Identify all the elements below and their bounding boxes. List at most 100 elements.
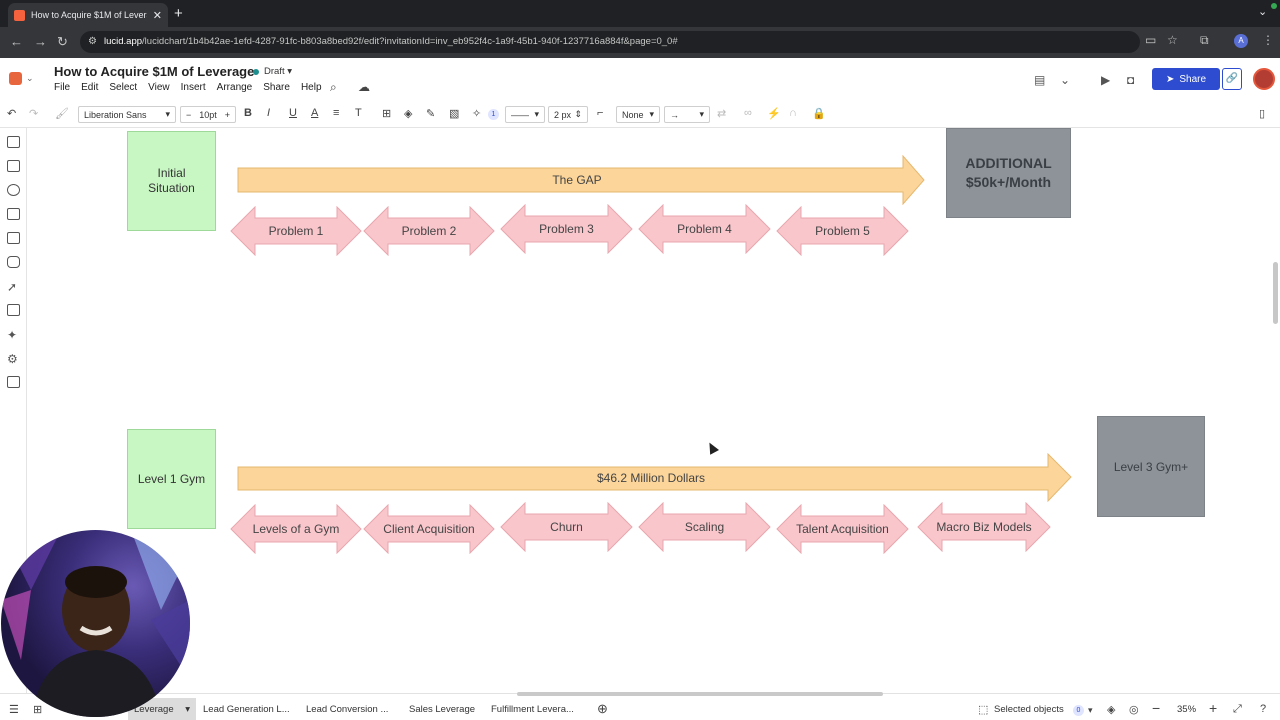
- chevron-down-icon[interactable]: ⌄: [1060, 73, 1070, 87]
- share-button[interactable]: ➤ Share: [1152, 68, 1220, 90]
- page-grid-icon[interactable]: ⊞: [33, 703, 42, 716]
- binoculars-icon[interactable]: ⌕: [330, 80, 337, 95]
- redo-icon[interactable]: ↷: [29, 107, 38, 120]
- problem-arrow[interactable]: Problem 4: [638, 204, 771, 254]
- cast-icon[interactable]: ▭: [1145, 33, 1156, 47]
- selection-icon[interactable]: ⬚: [978, 703, 988, 716]
- compass-icon[interactable]: ◎: [1129, 703, 1139, 716]
- extensions-icon[interactable]: ⧉: [1200, 33, 1209, 48]
- increase-icon[interactable]: +: [225, 110, 230, 120]
- page-tab[interactable]: Lead Generation L...: [197, 698, 296, 720]
- problem-arrow[interactable]: Scaling: [638, 502, 771, 552]
- menu-arrange[interactable]: Arrange: [217, 82, 253, 93]
- draft-status[interactable]: Draft ▾: [264, 66, 292, 77]
- forward-icon[interactable]: →: [34, 34, 47, 49]
- present-icon[interactable]: ▶: [1101, 73, 1110, 87]
- copy-link-button[interactable]: 🔗: [1222, 68, 1242, 90]
- chevron-down-icon[interactable]: ▾: [1088, 705, 1093, 716]
- frames-icon[interactable]: [7, 208, 20, 220]
- cloud-saved-icon[interactable]: ☁: [358, 80, 370, 94]
- menu-view[interactable]: View: [148, 82, 170, 93]
- problem-arrow[interactable]: Client Acquisition: [363, 504, 495, 554]
- back-icon[interactable]: ←: [10, 34, 23, 49]
- zoom-out-icon[interactable]: −: [1152, 700, 1160, 716]
- add-page-icon[interactable]: ⊕: [597, 701, 608, 717]
- menu-help[interactable]: Help: [301, 82, 322, 93]
- text-color-icon[interactable]: A: [311, 107, 318, 119]
- zoom-level[interactable]: 35%: [1177, 704, 1196, 715]
- decrease-icon[interactable]: −: [186, 110, 191, 120]
- problem-arrow[interactable]: Problem 1: [230, 206, 362, 256]
- video-call-icon[interactable]: ◘: [1127, 73, 1134, 87]
- line-style-select[interactable]: —— ▾: [505, 106, 545, 123]
- level-3-gym-box[interactable]: Level 3 Gym+: [1097, 416, 1205, 517]
- font-size-stepper[interactable]: −10pt +: [180, 106, 236, 123]
- shape-options-icon[interactable]: ⊞: [382, 107, 391, 120]
- menu-edit[interactable]: Edit: [81, 82, 98, 93]
- tab-search-icon[interactable]: ⌄: [1258, 5, 1267, 18]
- templates-icon[interactable]: [7, 160, 20, 172]
- page-tab[interactable]: Fulfillment Levera...: [485, 698, 580, 720]
- url-text[interactable]: lucid.app/lucidchart/1b4b42ae-1efd-4287-…: [104, 36, 678, 47]
- site-info-icon[interactable]: ⚙: [88, 36, 97, 47]
- bookmark-star-icon[interactable]: ☆: [1167, 33, 1178, 47]
- line-shape-icon[interactable]: ⌐: [597, 107, 603, 119]
- page-tab[interactable]: Sales Leverage: [403, 698, 481, 720]
- layers-icon[interactable]: ◈: [1107, 703, 1115, 716]
- fit-to-screen-icon[interactable]: ⤢: [1233, 703, 1242, 716]
- integrations-icon[interactable]: ⚙: [7, 352, 20, 366]
- start-arrow-select[interactable]: None ▾: [616, 106, 660, 123]
- page-list-icon[interactable]: ☰: [9, 703, 19, 716]
- rocket-icon[interactable]: ➚: [7, 280, 20, 294]
- underline-icon[interactable]: U: [289, 107, 297, 119]
- comment-icon[interactable]: ▤: [1034, 73, 1045, 87]
- close-tab-icon[interactable]: ✕: [153, 9, 162, 22]
- format-painter-icon[interactable]: 🖌: [55, 107, 69, 120]
- problem-arrow[interactable]: Problem 3: [500, 204, 633, 254]
- layers-icon[interactable]: [7, 304, 20, 316]
- help-icon[interactable]: ?: [1260, 703, 1266, 715]
- chevron-down-icon[interactable]: ▾: [185, 704, 190, 715]
- problem-arrow[interactable]: Problem 5: [776, 206, 909, 256]
- new-tab-icon[interactable]: +: [174, 5, 183, 22]
- problem-arrow[interactable]: Problem 2: [363, 206, 495, 256]
- selected-objects-label[interactable]: Selected objects: [994, 704, 1064, 715]
- menu-share[interactable]: Share: [263, 82, 290, 93]
- reload-icon[interactable]: ↻: [57, 34, 68, 50]
- shapes-icon[interactable]: [7, 184, 20, 196]
- level-1-gym-box[interactable]: Level 1 Gym: [127, 429, 216, 529]
- profile-avatar[interactable]: A: [1234, 34, 1248, 48]
- problem-arrow[interactable]: Churn: [500, 502, 633, 552]
- problem-arrow[interactable]: Levels of a Gym: [230, 504, 362, 554]
- bold-icon[interactable]: B: [244, 107, 252, 119]
- zoom-in-icon[interactable]: +: [1209, 700, 1217, 716]
- fill-color-icon[interactable]: ◈: [404, 107, 412, 120]
- additional-income-box[interactable]: ADDITIONAL $50k+/Month: [946, 128, 1071, 218]
- problem-arrow[interactable]: Macro Biz Models: [917, 502, 1051, 552]
- magic-wand-icon[interactable]: ✧: [472, 107, 481, 120]
- end-arrow-select[interactable]: → ▾: [664, 106, 710, 123]
- magnet-icon[interactable]: ∩: [789, 107, 797, 119]
- gap-arrow[interactable]: The GAP: [237, 155, 925, 205]
- font-family-select[interactable]: Liberation Sans ▾: [78, 106, 176, 123]
- horizontal-scrollbar[interactable]: [517, 692, 883, 696]
- chevron-down-icon[interactable]: ⌄: [26, 73, 34, 84]
- search-shapes-icon[interactable]: [7, 376, 20, 388]
- align-icon[interactable]: ≡: [333, 107, 339, 119]
- browser-tab[interactable]: How to Acquire $1M of Leverage ✕: [8, 3, 168, 27]
- image-icon[interactable]: [7, 232, 20, 244]
- swap-icon[interactable]: ⇄: [717, 107, 726, 120]
- browser-menu-icon[interactable]: ⋮: [1262, 33, 1274, 47]
- menu-select[interactable]: Select: [109, 82, 137, 93]
- action-icon[interactable]: ⚡: [767, 107, 781, 120]
- document-title[interactable]: How to Acquire $1M of Leverage: [54, 64, 254, 79]
- panel-toggle-icon[interactable]: ▯: [1259, 107, 1265, 120]
- million-dollars-arrow[interactable]: $46.2 Million Dollars: [237, 453, 1072, 503]
- text-options-icon[interactable]: T: [355, 107, 362, 119]
- lock-icon[interactable]: 🔒: [812, 107, 826, 120]
- data-icon[interactable]: [7, 256, 20, 268]
- lucid-logo-icon[interactable]: [9, 72, 22, 85]
- pages-icon[interactable]: [7, 136, 20, 148]
- menu-file[interactable]: File: [54, 82, 70, 93]
- ai-sparkle-icon[interactable]: ✦: [7, 328, 20, 342]
